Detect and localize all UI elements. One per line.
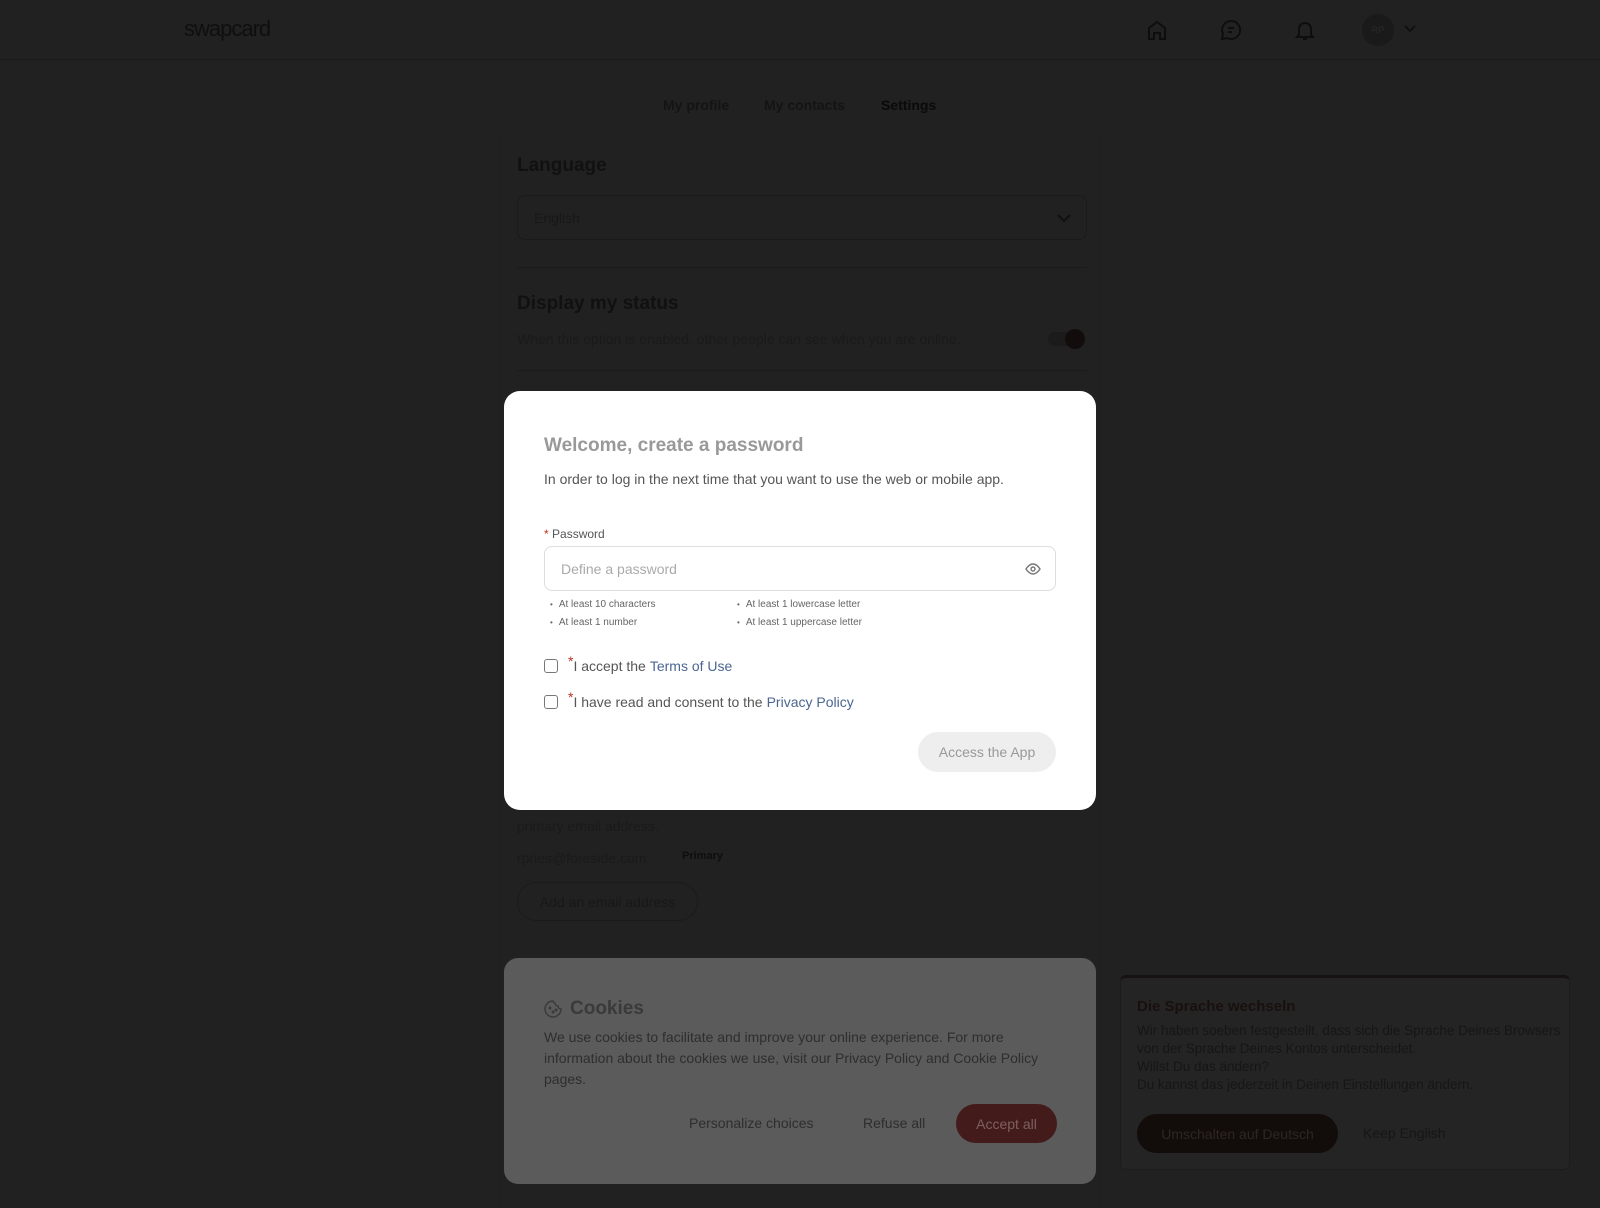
top-nav: swapcard RP [0,0,1600,60]
language-switch-popup: Die Sprache wechseln Wir haben soeben fe… [1120,975,1570,1170]
status-toggle[interactable] [1048,329,1085,349]
swapcard-logo[interactable]: swapcard [184,16,271,42]
privacy-checkbox[interactable] [544,695,558,709]
email-note: primary email address. [517,818,659,834]
language-heading: Language [517,155,607,176]
chat-icon[interactable] [1219,18,1243,42]
rule-length: At least 10 characters [550,599,656,610]
chevron-down-icon[interactable] [1403,24,1417,34]
divider [517,370,1087,371]
primary-badge: Primary [682,850,723,862]
email-address: rpries@foreside.com [517,850,647,866]
rule-lowercase: At least 1 lowercase letter [737,599,861,610]
add-email-button[interactable]: Add an email address [517,882,698,921]
status-description: When this option is enabled, other peopl… [517,331,961,347]
accept-all-button[interactable]: Accept all [956,1104,1057,1143]
modal-description: In order to log in the next time that yo… [544,471,1004,487]
bell-icon[interactable] [1293,18,1317,42]
chevron-down-icon [1057,214,1071,223]
home-icon[interactable] [1145,18,1169,42]
divider [517,267,1087,268]
access-app-button[interactable]: Access the App [918,732,1056,772]
privacy-link[interactable]: Privacy Policy [767,694,854,710]
modal-title: Welcome, create a password [544,435,804,456]
tab-settings[interactable]: Settings [881,97,936,113]
popup-title: Die Sprache wechseln [1137,998,1296,1015]
popup-description: Wir haben soeben festgestellt, dass sich… [1137,1023,1561,1092]
language-select[interactable]: English [517,195,1087,240]
cookie-icon [544,1000,562,1018]
cookie-title: Cookies [544,998,644,1020]
privacy-row: * I have read and consent to the Privacy … [544,689,854,710]
cookie-description: We use cookies to facilitate and improve… [544,1029,1039,1087]
terms-link[interactable]: Terms of Use [650,658,732,674]
language-value: English [534,210,580,226]
terms-checkbox[interactable] [544,659,558,673]
cookie-banner: Cookies We use cookies to facilitate and… [504,958,1096,1184]
rule-uppercase: At least 1 uppercase letter [737,617,862,628]
refuse-all-button[interactable]: Refuse all [863,1115,925,1131]
create-password-modal: Welcome, create a password In order to l… [504,391,1096,810]
tab-my-contacts[interactable]: My contacts [764,97,845,113]
switch-to-german-button[interactable]: Umschalten auf Deutsch [1137,1114,1338,1153]
keep-english-button[interactable]: Keep English [1363,1125,1446,1141]
password-label: * Password [544,527,605,541]
password-input[interactable]: Define a password [544,546,1056,591]
personalize-choices-button[interactable]: Personalize choices [689,1115,814,1131]
eye-icon[interactable] [1025,561,1041,577]
avatar[interactable]: RP [1362,14,1394,46]
password-placeholder: Define a password [561,561,677,577]
tab-my-profile[interactable]: My profile [663,97,729,113]
status-heading: Display my status [517,293,679,314]
rule-number: At least 1 number [550,617,637,628]
terms-row: * I accept the Terms of Use [544,653,732,674]
